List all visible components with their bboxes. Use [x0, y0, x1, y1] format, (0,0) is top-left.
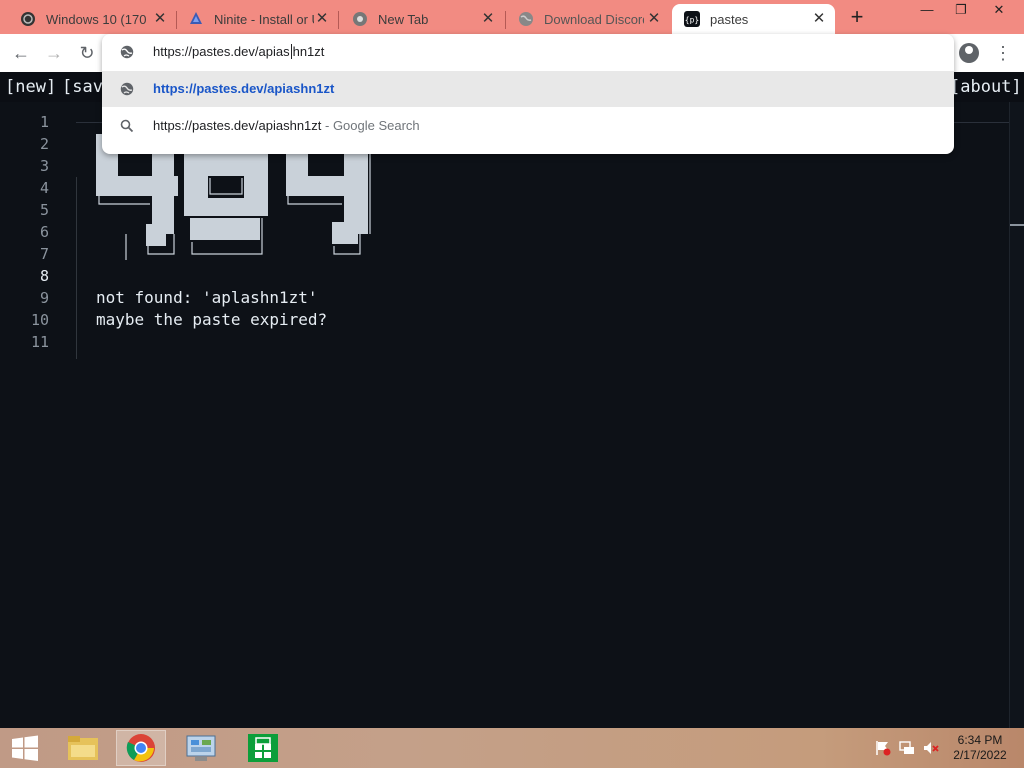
line-number: 4 — [39, 179, 49, 197]
clock-date: 2/17/2022 — [953, 748, 1007, 762]
globe-icon — [120, 82, 134, 101]
restore-button[interactable]: ❐ — [944, 0, 978, 22]
scrollbar[interactable] — [1009, 102, 1024, 728]
close-tab-icon[interactable]: ✕ — [811, 11, 827, 27]
network-icon[interactable] — [899, 740, 915, 756]
tab-title: Windows 10 (1709 — [46, 11, 146, 27]
scrollbar-marker — [1010, 224, 1024, 226]
line-number: 2 — [39, 135, 49, 153]
omnibox-dropdown: https://pastes.dev/apias hn1zt https://pa… — [102, 34, 954, 154]
line-number-current: 8 — [39, 267, 49, 285]
back-button[interactable]: ← — [10, 42, 32, 64]
start-button[interactable] — [0, 730, 50, 766]
tab-pastes[interactable]: {p} pastes ✕ — [672, 4, 835, 34]
ninite-icon — [188, 11, 204, 27]
address-bar[interactable]: https://pastes.dev/apias hn1zt — [102, 34, 954, 70]
taskbar-store[interactable] — [238, 730, 288, 766]
line-number: 10 — [30, 311, 49, 329]
windows-taskbar: 6:34 PM 2/17/2022 — [0, 728, 1024, 768]
forward-button[interactable]: → — [43, 42, 65, 64]
line-number: 7 — [39, 245, 49, 263]
profile-avatar-icon[interactable] — [959, 43, 979, 63]
tab-separator — [338, 11, 339, 29]
chrome-icon — [352, 11, 368, 27]
suggestion-text: https://pastes.dev/apiashn1zt - Google S… — [153, 118, 420, 133]
store-icon — [248, 734, 278, 762]
folder-icon — [68, 736, 98, 760]
code-line-10: maybe the paste expired? — [96, 310, 328, 329]
reload-button[interactable]: ↻ — [76, 42, 98, 64]
close-window-button[interactable]: ✕ — [982, 0, 1016, 22]
obs-icon — [20, 11, 36, 27]
minimize-button[interactable]: — — [910, 0, 944, 22]
tab-title: pastes — [710, 11, 749, 27]
tab-strip: Windows 10 (1709 ✕ Ninite - Install or U… — [0, 0, 1024, 34]
globe-icon — [518, 11, 534, 27]
taskbar-control-panel[interactable] — [176, 730, 226, 766]
tab-ninite[interactable]: Ninite - Install or U ✕ — [176, 4, 338, 34]
line-number: 5 — [39, 201, 49, 219]
windows-logo-icon — [12, 735, 38, 761]
indent-guide — [76, 177, 77, 359]
taskbar-chrome[interactable] — [116, 730, 166, 766]
code-editor[interactable]: 1 2 3 4 5 6 7 8 9 10 11 not found: 'apla… — [0, 102, 1024, 728]
chrome-icon — [126, 734, 155, 762]
address-input[interactable]: https://pastes.dev/apias hn1zt — [153, 44, 324, 59]
system-clock[interactable]: 6:34 PM 2/17/2022 — [945, 733, 1015, 763]
line-number: 1 — [39, 113, 49, 131]
close-tab-icon[interactable]: ✕ — [646, 11, 662, 27]
tab-title: Ninite - Install or U — [214, 11, 314, 27]
clock-time: 6:34 PM — [957, 733, 1003, 747]
about-link[interactable]: [about] — [950, 77, 1022, 97]
globe-icon — [120, 45, 134, 64]
tab-windows10[interactable]: Windows 10 (1709 ✕ — [8, 4, 176, 34]
line-number: 11 — [30, 333, 49, 351]
suggestion-text: https://pastes.dev/apiashn1zt — [153, 81, 335, 96]
svg-text:{p}: {p} — [685, 16, 699, 25]
line-number: 9 — [39, 289, 49, 307]
tab-title: New Tab — [378, 11, 429, 27]
browser-menu-icon[interactable]: ⋮ — [994, 42, 1012, 64]
search-icon — [120, 119, 134, 138]
new-paste-link[interactable]: [new] — [5, 77, 56, 97]
tab-new-tab[interactable]: New Tab ✕ — [340, 4, 504, 34]
action-center-flag-icon[interactable] — [875, 740, 891, 756]
control-panel-icon — [186, 735, 216, 761]
code-line-9: not found: 'aplashn1zt' — [96, 288, 318, 307]
text-caret — [290, 44, 292, 59]
taskbar-file-explorer[interactable] — [58, 730, 108, 766]
close-tab-icon[interactable]: ✕ — [152, 11, 168, 27]
close-tab-icon[interactable]: ✕ — [314, 11, 330, 27]
tab-download-discord[interactable]: Download Discord ✕ — [506, 4, 670, 34]
volume-muted-icon[interactable] — [923, 740, 939, 756]
save-paste-link[interactable]: [sav — [62, 77, 103, 97]
page-content: [new] [sav [about] 1 2 3 4 5 6 7 8 9 10 … — [0, 72, 1024, 728]
line-number: 3 — [39, 157, 49, 175]
omnibox-suggestion-search[interactable]: https://pastes.dev/apiashn1zt - Google S… — [102, 108, 954, 144]
tab-title: Download Discord — [544, 11, 644, 27]
close-tab-icon[interactable]: ✕ — [480, 11, 496, 27]
line-number: 6 — [39, 223, 49, 241]
omnibox-suggestion-url[interactable]: https://pastes.dev/apiashn1zt — [102, 71, 954, 107]
new-tab-button[interactable]: + — [845, 6, 869, 28]
pastes-favicon-icon: {p} — [684, 11, 700, 27]
